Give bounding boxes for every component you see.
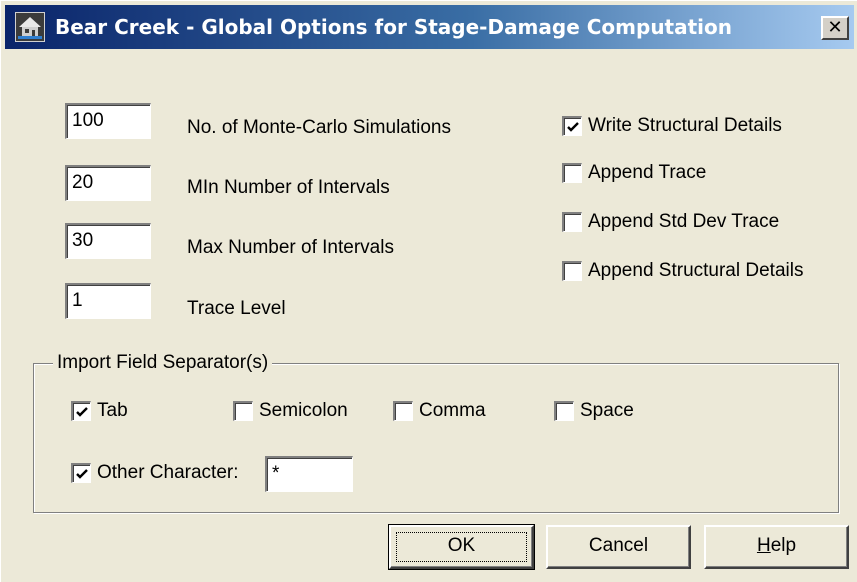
space-separator-label: Space xyxy=(580,400,634,421)
cancel-button[interactable]: Cancel xyxy=(546,525,691,569)
close-icon: ✕ xyxy=(827,17,843,38)
min-intervals-label: MIn Number of Intervals xyxy=(187,177,390,198)
other-character-label: Other Character: xyxy=(97,462,239,483)
checkbox-box[interactable] xyxy=(554,401,574,421)
checkbox-box[interactable] xyxy=(393,401,413,421)
semicolon-separator-checkbox[interactable]: Semicolon xyxy=(233,399,348,423)
close-button[interactable]: ✕ xyxy=(821,16,849,40)
checkbox-box[interactable] xyxy=(562,261,582,281)
append-structural-details-label: Append Structural Details xyxy=(588,260,804,281)
monte-carlo-simulations-label: No. of Monte-Carlo Simulations xyxy=(187,117,451,138)
focus-rect xyxy=(396,532,527,562)
comma-separator-label: Comma xyxy=(419,400,486,421)
write-structural-details-checkbox[interactable]: Write Structural Details xyxy=(562,114,782,138)
help-button-label: Help xyxy=(756,535,797,556)
space-separator-checkbox[interactable]: Space xyxy=(554,399,634,423)
other-character-input[interactable]: * xyxy=(265,456,353,492)
title-bar[interactable]: Bear Creek - Global Options for Stage-Da… xyxy=(5,5,854,49)
other-character-checkbox[interactable]: Other Character: xyxy=(71,461,239,485)
tab-separator-checkbox[interactable]: Tab xyxy=(71,399,128,423)
trace-level-label: Trace Level xyxy=(187,298,286,319)
import-separator-group-title: Import Field Separator(s) xyxy=(53,352,273,374)
tab-separator-label: Tab xyxy=(97,400,128,421)
append-trace-label: Append Trace xyxy=(588,162,707,183)
cancel-button-label: Cancel xyxy=(588,535,649,556)
checkbox-box[interactable] xyxy=(71,401,91,421)
import-separator-group xyxy=(33,363,839,513)
window-title: Bear Creek - Global Options for Stage-Da… xyxy=(55,15,733,39)
help-button[interactable]: Help xyxy=(704,525,849,569)
min-intervals-input[interactable]: 20 xyxy=(65,165,151,201)
checkbox-box[interactable] xyxy=(562,212,582,232)
ok-button[interactable]: OK xyxy=(388,524,535,570)
append-trace-checkbox[interactable]: Append Trace xyxy=(562,161,706,185)
app-icon xyxy=(15,12,45,42)
append-std-dev-trace-checkbox[interactable]: Append Std Dev Trace xyxy=(562,210,779,234)
monte-carlo-simulations-input[interactable]: 100 xyxy=(65,103,151,139)
comma-separator-checkbox[interactable]: Comma xyxy=(393,399,486,423)
checkbox-box[interactable] xyxy=(233,401,253,421)
checkbox-box[interactable] xyxy=(562,116,582,136)
checkbox-box[interactable] xyxy=(562,163,582,183)
append-std-dev-trace-label: Append Std Dev Trace xyxy=(588,211,780,232)
checkbox-box[interactable] xyxy=(71,463,91,483)
max-intervals-label: Max Number of Intervals xyxy=(187,237,394,258)
max-intervals-input[interactable]: 30 xyxy=(65,223,151,259)
semicolon-separator-label: Semicolon xyxy=(259,400,348,421)
trace-level-input[interactable]: 1 xyxy=(65,283,151,319)
append-structural-details-checkbox[interactable]: Append Structural Details xyxy=(562,259,803,283)
write-structural-details-label: Write Structural Details xyxy=(588,115,782,136)
dialog-window: Bear Creek - Global Options for Stage-Da… xyxy=(0,0,857,582)
